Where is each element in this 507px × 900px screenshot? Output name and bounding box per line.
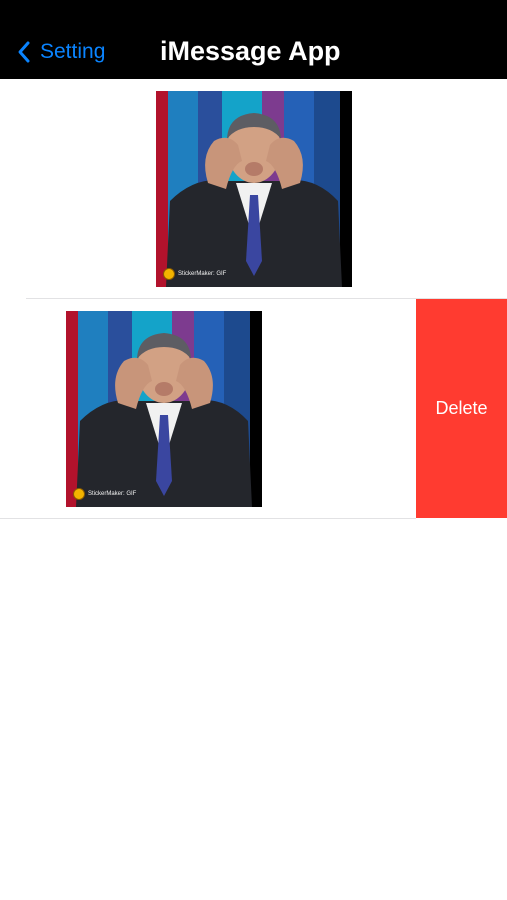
stickermaker-logo-icon [163, 268, 175, 280]
sticker-watermark: StickerMaker: GIF [163, 268, 226, 280]
page-title: iMessage App [160, 36, 341, 66]
sticker-picture [156, 91, 352, 287]
watermark-text: StickerMaker: GIF [88, 491, 137, 497]
chevron-left-icon [18, 41, 30, 63]
back-button-label: Setting [40, 40, 106, 63]
sticker-picture [66, 311, 262, 507]
row-divider [0, 518, 416, 519]
sticker-image[interactable]: StickerMaker: GIF [66, 311, 262, 507]
sticker-watermark: StickerMaker: GIF [73, 488, 136, 500]
watermark-text: StickerMaker: GIF [178, 271, 227, 277]
back-button[interactable]: Setting [14, 33, 105, 71]
stickermaker-logo-icon [73, 488, 85, 500]
sticker-image[interactable]: StickerMaker: GIF [156, 91, 352, 287]
navigation-bar: Setting iMessage App [0, 0, 507, 79]
delete-button[interactable]: Delete [416, 299, 507, 518]
